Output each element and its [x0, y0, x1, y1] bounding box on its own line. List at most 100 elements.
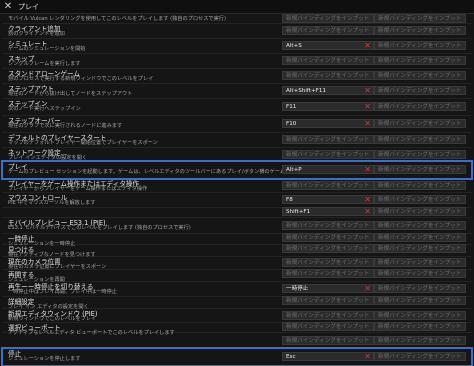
primary-binding-input[interactable]: 新規バインディングをインプット [282, 311, 374, 320]
secondary-binding-input[interactable]: 新規バインディングをインプット [374, 195, 466, 204]
secondary-binding-text: 新規バインディングをインプット [378, 104, 462, 110]
primary-binding-input[interactable]: 新規バインディングをインプット [282, 26, 374, 35]
command-description: 別のプロセスで実行する新規ウィンドウでこのレベルをプレイ [8, 76, 154, 82]
secondary-binding-input[interactable]: 新規バインディングをインプット [374, 244, 466, 253]
secondary-binding-input[interactable]: 新規バインディングをインプット [374, 165, 466, 174]
command-description: マップのデフォルトプレイヤー開始位置でプレイヤーをスポーン [8, 140, 158, 146]
primary-binding-input[interactable]: 新規バインディングをインプット [282, 322, 374, 331]
secondary-binding-input[interactable]: 新規バインディングをインプット [374, 14, 466, 23]
primary-binding-input[interactable]: Esc ✕ [282, 352, 374, 361]
primary-binding-input[interactable]: Alt+S ✕ [282, 41, 374, 50]
secondary-binding-input[interactable]: 新規バインディングをインプット [374, 322, 466, 331]
primary-binding-input[interactable]: Alt+P ✕ [282, 165, 374, 174]
clear-binding-icon[interactable]: ✕ [364, 42, 371, 49]
secondary-binding-input[interactable]: 新規バインディングをインプット [374, 119, 466, 128]
primary-binding-input[interactable]: F11 ✕ [282, 102, 374, 111]
secondary-binding-input[interactable]: 新規バインディングをインプット [374, 311, 466, 320]
secondary-binding-text: 新規バインディングをインプット [378, 286, 462, 292]
primary-binding-input[interactable]: 新規バインディングをインプット [282, 269, 374, 278]
secondary-binding-input[interactable]: 新規バインディングをインプット [374, 269, 466, 278]
primary-binding-text: 新規バインディングをインプット [286, 223, 370, 229]
secondary-binding-input[interactable]: 新規バインディングをインプット [374, 181, 466, 190]
primary-binding-text: 一時停止 [286, 286, 309, 292]
secondary-binding-input[interactable]: 新規バインディングをインプット [374, 86, 466, 95]
clear-binding-icon[interactable]: ✕ [364, 196, 371, 203]
keybinding-row: 再生ーー時停止を切り替える 一時停止中はプレイ再開、プレイ中は一時停止 一時停止 ✕ 新… [2, 281, 472, 297]
keybinding-row: ステップオーバー 現在のグラフで次に実行されるノードに進みます F10 ✕ 新規バインデ… [2, 115, 472, 133]
secondary-binding-input[interactable]: 新規バインディングをインプット [374, 352, 466, 361]
primary-binding-text: 新規バインディングをインプット [286, 73, 370, 79]
secondary-binding-input[interactable]: 新規バインディングをインプット [374, 150, 466, 159]
command-description: 新規ウィンドウでこのレベルをプレイ [8, 316, 97, 322]
secondary-binding-text: 新規バインディングをインプット [378, 197, 462, 203]
primary-binding-input[interactable]: 新規バインディングをインプット [282, 71, 374, 80]
secondary-binding-text: 新規バインディングをインプット [378, 324, 462, 330]
secondary-binding-input[interactable]: 新規バインディングをインプット [374, 258, 466, 267]
clear-binding-icon[interactable]: ✕ [364, 103, 371, 110]
primary-binding-input[interactable]: 新規バインディングをインプット [282, 233, 374, 242]
clear-binding-icon[interactable]: ✕ [364, 208, 371, 215]
command-description: ゲームのプレビュー セッションを起動します。ゲームは、レベルエディタのツールバー… [8, 169, 308, 175]
secondary-binding-text: 新規バインディングをインプット [378, 28, 462, 34]
primary-binding-text: 新規バインディングをインプット [286, 235, 370, 241]
primary-binding-input[interactable]: 新規バインディングをインプット [282, 244, 374, 253]
secondary-binding-text: 新規バインディングをインプット [378, 121, 462, 127]
primary-binding-input[interactable]: 新規バインディングをインプット [282, 14, 374, 23]
primary-binding-text: Shift+F1 [286, 209, 311, 215]
clear-binding-icon[interactable]: ✕ [364, 87, 371, 94]
primary-binding-input[interactable]: 新規バインディングをインプット [282, 336, 374, 345]
secondary-binding-input[interactable]: 新規バインディングをインプット [374, 296, 466, 305]
secondary-binding-text: 新規バインディングをインプット [378, 260, 462, 266]
primary-binding-text: Esc [286, 354, 296, 360]
clear-binding-icon[interactable]: ✕ [364, 353, 371, 360]
primary-binding-input[interactable]: 新規バインディングをインプット [282, 135, 374, 144]
window-title: プレイ [18, 2, 39, 11]
secondary-binding-input[interactable]: 新規バインディングをインプット [374, 56, 466, 65]
secondary-binding-input[interactable]: 新規バインディングをインプット [374, 71, 466, 80]
secondary-binding-text: 新規バインディングをインプット [378, 313, 462, 319]
primary-binding-input[interactable]: 一時停止 ✕ [282, 284, 374, 293]
secondary-binding-input[interactable]: 新規バインディングをインプット [374, 336, 466, 345]
secondary-binding-text: 新規バインディングをインプット [378, 298, 462, 304]
primary-binding-input[interactable]: 新規バインディングをインプット [282, 296, 374, 305]
keybinding-row: 停止 シミュレーションを停止します Esc ✕ 新規バインディングをインプット [1, 347, 473, 366]
primary-binding-input[interactable]: F8 ✕ [282, 195, 374, 204]
secondary-binding-input[interactable]: 新規バインディングをインプット [374, 102, 466, 111]
secondary-binding-text: 新規バインディングをインプット [378, 152, 462, 158]
keybinding-row: ネットワーク設定... プレイ インエディタの設定を開く 新規バインディングをインプ… [2, 147, 472, 162]
secondary-binding-input[interactable]: 新規バインディングをインプット [374, 207, 466, 216]
secondary-binding-text: 新規バインディングをインプット [378, 88, 462, 94]
primary-binding-input[interactable]: 新規バインディングをインプット [282, 150, 374, 159]
secondary-binding-input[interactable]: 新規バインディングをインプット [374, 26, 466, 35]
close-icon[interactable]: ✕ [3, 1, 13, 12]
command-description: プレイ インエディタの設定を開く [8, 155, 88, 161]
command-description: モバイル Vulcan レンダリングを使用してこのレベルをプレイします (独自の… [8, 16, 227, 22]
primary-binding-input[interactable]: 新規バインディングをインプット [282, 221, 374, 230]
keybinding-row: 新規エディタウィンドウ (PIE) 新規ウィンドウでこのレベルをプレイ 新規バインデ… [2, 308, 472, 323]
secondary-binding-input[interactable]: 新規バインディングをインプット [374, 41, 466, 50]
command-description: 現在のグラフで次に実行されるノードに進みます [8, 123, 123, 129]
primary-binding-input[interactable]: 新規バインディングをインプット [282, 181, 374, 190]
keybinding-row: プレイ ゲームのプレビュー セッションを起動します。ゲームは、レベルエディタのツー… [1, 160, 473, 180]
primary-binding-input[interactable]: 新規バインディングをインプット [282, 56, 374, 65]
secondary-binding-input[interactable]: 新規バインディングをインプット [374, 221, 466, 230]
keybinding-row: デフォルトのプレイヤースタート マップのデフォルトプレイヤー開始位置でプレイヤーを… [2, 132, 472, 148]
secondary-binding-input[interactable]: 新規バインディングをインプット [374, 135, 466, 144]
primary-binding-input[interactable]: Shift+F1 ✕ [282, 207, 374, 216]
primary-binding-text: 新規バインディングをインプット [286, 246, 370, 252]
clear-binding-icon[interactable]: ✕ [364, 166, 371, 173]
keybinding-row: スキップ シングルフレームを実行します 新規バインディングをインプット 新規バインディ… [2, 53, 472, 69]
primary-binding-input[interactable]: F10 ✕ [282, 119, 374, 128]
secondary-binding-input[interactable]: 新規バインディングをインプット [374, 233, 466, 242]
primary-binding-text: Alt+P [286, 167, 302, 173]
command-description: 次のノード実行へステップイン [8, 106, 81, 112]
clear-binding-icon[interactable]: ✕ [364, 285, 371, 292]
secondary-binding-text: 新規バインディングをインプット [378, 338, 462, 344]
clear-binding-icon[interactable]: ✕ [364, 120, 371, 127]
primary-binding-text: 新規バインディングをインプット [286, 324, 370, 330]
command-description: ゲームのシミュレーションを開始 [8, 46, 86, 52]
primary-binding-input[interactable]: 新規バインディングをインプット [282, 258, 374, 267]
secondary-binding-input[interactable]: 新規バインディングをインプット [374, 284, 466, 293]
primary-binding-text: 新規バインディングをインプット [286, 16, 370, 22]
primary-binding-input[interactable]: Alt+Shift+F11 ✕ [282, 86, 374, 95]
